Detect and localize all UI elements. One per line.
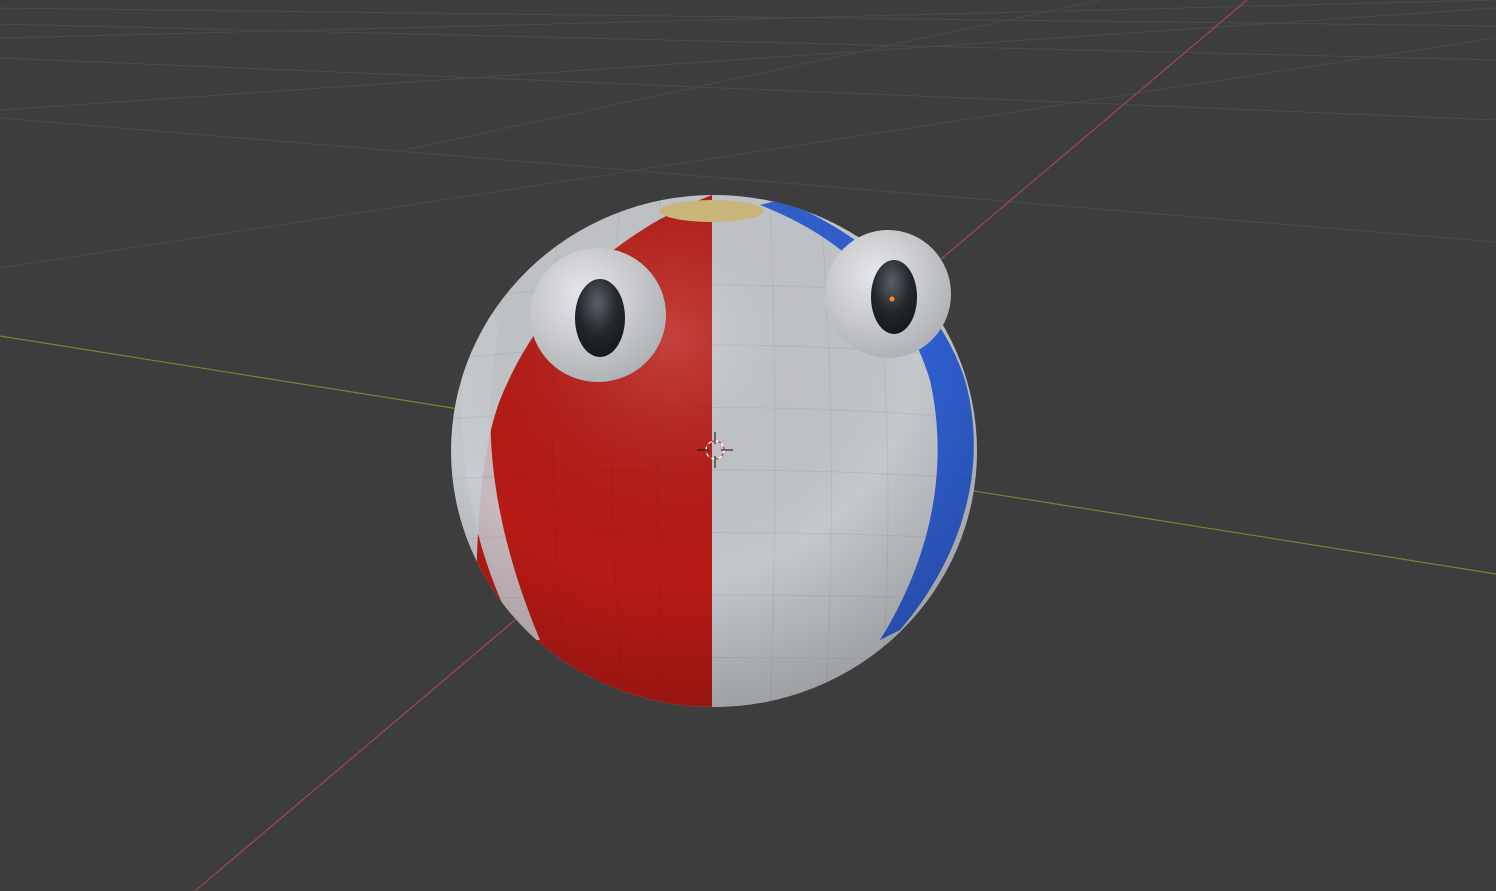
ball-top-cap <box>660 200 764 222</box>
object-origin-icon <box>889 296 895 302</box>
3d-viewport[interactable] <box>0 0 1496 891</box>
right-eye-pupil <box>871 260 917 334</box>
left-eye[interactable] <box>530 248 666 382</box>
left-eye-pupil <box>575 279 625 357</box>
viewport-scene[interactable] <box>0 0 1496 891</box>
right-eye[interactable] <box>825 230 951 358</box>
